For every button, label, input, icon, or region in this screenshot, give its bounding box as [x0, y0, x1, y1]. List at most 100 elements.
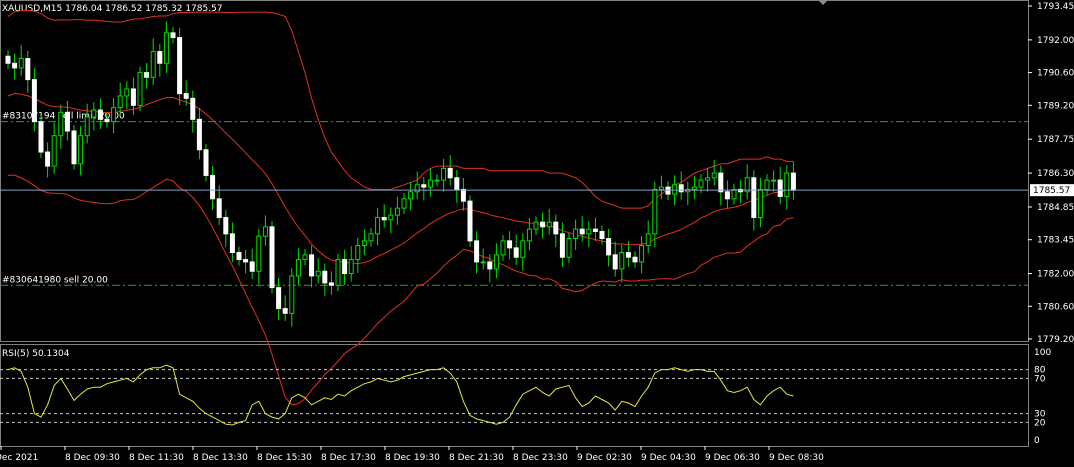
candle[interactable] [566, 232, 572, 264]
candle[interactable] [678, 171, 684, 200]
candle[interactable] [784, 165, 790, 210]
candle[interactable] [282, 295, 288, 322]
chart-shift-marker-icon[interactable] [818, 0, 828, 5]
candle[interactable] [51, 122, 57, 174]
candle[interactable] [533, 216, 539, 236]
candle[interactable] [236, 246, 242, 266]
candle[interactable] [421, 177, 427, 201]
candle[interactable] [771, 170, 777, 192]
candle[interactable] [355, 237, 361, 273]
candle[interactable] [573, 219, 579, 250]
candle[interactable] [632, 251, 638, 268]
candle[interactable] [474, 231, 480, 274]
order-lines[interactable]: #83107194 sell limit 20.00#830641980 sel… [0, 112, 1028, 286]
candle[interactable] [454, 170, 460, 203]
candle[interactable] [144, 63, 150, 89]
candle[interactable] [97, 98, 103, 129]
candle[interactable] [447, 155, 453, 186]
candle[interactable] [157, 43, 163, 77]
candle[interactable] [718, 165, 724, 206]
candle[interactable] [507, 231, 513, 260]
candle[interactable] [467, 195, 473, 247]
candle[interactable] [249, 248, 255, 279]
candle[interactable] [401, 192, 407, 214]
candle[interactable] [480, 248, 486, 270]
candle[interactable] [309, 245, 315, 288]
candle[interactable] [520, 233, 526, 271]
candle[interactable] [381, 204, 387, 228]
candle[interactable] [592, 217, 598, 242]
candle[interactable] [223, 209, 229, 248]
candle[interactable] [163, 21, 169, 73]
candle[interactable] [711, 159, 717, 186]
candle[interactable] [256, 228, 262, 285]
candle[interactable] [619, 244, 625, 283]
candle[interactable] [441, 158, 447, 192]
candle[interactable] [586, 221, 592, 248]
candle[interactable] [757, 177, 763, 228]
candle[interactable] [705, 168, 711, 192]
candle[interactable] [18, 45, 24, 76]
candle[interactable] [368, 228, 374, 247]
candle[interactable] [302, 249, 308, 266]
candle[interactable] [276, 278, 282, 321]
candle[interactable] [84, 103, 90, 144]
candlesticks[interactable] [5, 21, 796, 327]
candle[interactable] [124, 81, 130, 110]
candle[interactable] [639, 235, 645, 274]
candle[interactable] [150, 38, 156, 85]
candle[interactable] [78, 126, 84, 176]
candle[interactable] [12, 53, 18, 80]
candle[interactable] [342, 249, 348, 286]
candle[interactable] [553, 214, 559, 248]
candle[interactable] [5, 50, 11, 70]
candle[interactable] [408, 182, 414, 211]
candle[interactable] [203, 143, 209, 182]
candle[interactable] [777, 166, 783, 205]
candle[interactable] [540, 212, 546, 239]
candle[interactable] [460, 177, 466, 211]
candle[interactable] [612, 241, 618, 277]
candle[interactable] [645, 220, 651, 254]
candle[interactable] [685, 181, 691, 206]
candle[interactable] [427, 168, 433, 197]
candle[interactable] [738, 179, 744, 204]
candle[interactable] [31, 68, 37, 132]
candle[interactable] [414, 171, 420, 200]
candle[interactable] [493, 243, 499, 279]
time-axis[interactable]: Dec 2021 8 Dec 09:30 8 Dec 11:30 8 Dec 13:3… [0, 446, 824, 463]
chart-canvas[interactable]: XAUUSD,M15 1786.04 1786.52 1785.32 1785.… [0, 0, 1074, 467]
candle[interactable] [137, 66, 143, 112]
candle[interactable] [731, 183, 737, 205]
candle[interactable] [335, 253, 341, 292]
candle[interactable] [322, 263, 328, 297]
candle[interactable] [38, 115, 44, 158]
candle[interactable] [289, 268, 295, 327]
candle[interactable] [295, 248, 301, 286]
candle[interactable] [744, 164, 750, 200]
candle[interactable] [117, 82, 123, 116]
candle[interactable] [262, 215, 268, 246]
candle[interactable] [579, 215, 585, 242]
candle[interactable] [196, 107, 202, 160]
candle[interactable] [790, 161, 796, 200]
candle[interactable] [170, 27, 176, 44]
candle[interactable] [315, 257, 321, 284]
price-axis[interactable]: 1793.45 1792.00 1790.60 1789.20 1787.75 1786.… [1028, 2, 1074, 345]
candle[interactable] [190, 90, 196, 133]
candle[interactable] [210, 165, 216, 211]
candle[interactable] [388, 207, 394, 234]
candle[interactable] [652, 181, 658, 248]
candle[interactable] [434, 174, 440, 186]
candle[interactable] [500, 235, 506, 261]
candle[interactable] [269, 220, 275, 294]
candle[interactable] [606, 228, 612, 267]
candle[interactable] [25, 50, 31, 93]
candle[interactable] [751, 170, 757, 231]
candle[interactable] [764, 174, 770, 196]
candle[interactable] [328, 271, 334, 295]
candle[interactable] [71, 125, 77, 170]
candle[interactable] [111, 98, 117, 134]
candle[interactable] [724, 180, 730, 209]
candle[interactable] [243, 249, 249, 274]
